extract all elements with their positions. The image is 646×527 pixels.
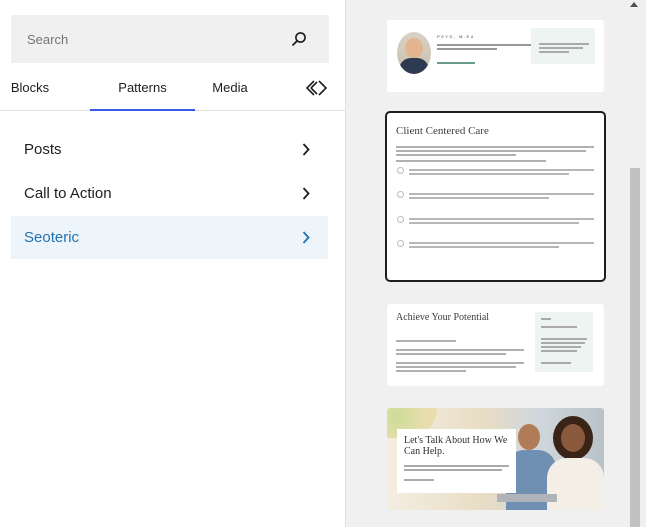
search-box <box>11 15 329 63</box>
scrollbar-thumb[interactable] <box>630 168 640 527</box>
category-posts[interactable]: Posts <box>11 128 328 171</box>
category-label: Call to Action <box>24 185 112 202</box>
pattern-title: Client Centered Care <box>396 125 489 137</box>
pattern-title: Achieve Your Potential <box>396 312 490 323</box>
tab-media[interactable]: Media <box>196 66 264 110</box>
pattern-card-achieve-your-potential[interactable]: Achieve Your Potential <box>387 304 604 386</box>
category-label: Posts <box>24 141 62 158</box>
list-icon <box>397 216 404 223</box>
consultation-box <box>535 312 593 372</box>
chevron-right-icon <box>302 187 310 200</box>
tab-patterns[interactable]: Patterns <box>90 66 195 111</box>
list-icon <box>397 240 404 247</box>
avatar <box>397 32 431 74</box>
close-panel-button[interactable] <box>300 76 334 100</box>
chevron-right-icon <box>302 231 310 244</box>
cta-overlay: Let's Talk About How We Can Help. <box>397 429 516 493</box>
pattern-card-client-centered-care[interactable]: Client Centered Care <box>387 113 604 280</box>
category-call-to-action[interactable]: Call to Action <box>11 172 328 215</box>
scroll-up-icon[interactable] <box>630 2 638 7</box>
collapse-chevrons-icon <box>305 80 328 96</box>
list-icon <box>397 191 404 198</box>
chevron-right-icon <box>302 143 310 156</box>
category-seoteric[interactable]: Seoteric <box>11 216 328 259</box>
inserter-tabs: Blocks Patterns Media <box>0 66 345 111</box>
list-icon <box>397 167 404 174</box>
pattern-card-lets-talk[interactable]: Let's Talk About How We Can Help. <box>387 408 604 510</box>
pattern-card-bio[interactable]: PSYD, M.Ed <box>387 20 604 92</box>
inserter-panel: Blocks Patterns Media Posts Call to Acti… <box>0 0 346 527</box>
specialties-box <box>531 28 595 64</box>
search-input[interactable] <box>11 15 281 63</box>
pattern-title: Let's Talk About How We Can Help. <box>404 435 508 457</box>
scrollbar[interactable] <box>626 0 643 527</box>
pattern-category-list: Posts Call to Action Seoteric <box>11 128 328 260</box>
pattern-name-line: PSYD, M.Ed <box>437 34 475 39</box>
pattern-preview-list: PSYD, M.Ed Client Centered Care Achieve … <box>346 0 646 527</box>
tab-blocks[interactable]: Blocks <box>0 66 60 110</box>
category-label: Seoteric <box>24 229 80 246</box>
search-icon[interactable] <box>291 31 307 47</box>
